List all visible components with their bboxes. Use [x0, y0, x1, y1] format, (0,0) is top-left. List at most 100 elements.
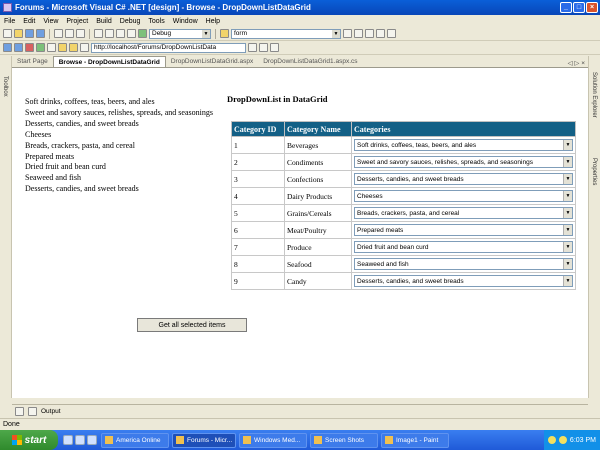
browser-quick-launch-icon[interactable]	[63, 435, 73, 445]
category-dropdown[interactable]: Soft drinks, coffees, teas, beers, and a…	[354, 139, 573, 151]
category-dropdown[interactable]: Dried fruit and bean curd ▼	[354, 241, 573, 253]
font-size-icon[interactable]	[80, 43, 89, 52]
cell-categories: Dried fruit and bean curd ▼	[351, 238, 576, 256]
folder-icon	[314, 436, 322, 444]
copy-icon[interactable]	[65, 29, 74, 38]
task-forums[interactable]: Forums - Micr...	[172, 432, 236, 448]
favorites-icon[interactable]	[69, 43, 78, 52]
sync-toc-icon[interactable]	[259, 43, 268, 52]
menu-view[interactable]: View	[43, 18, 58, 25]
menu-window[interactable]: Window	[173, 18, 198, 25]
task-windows-media[interactable]: Windows Med...	[239, 432, 307, 448]
navigate-forward-icon[interactable]	[127, 29, 136, 38]
paint-icon	[385, 436, 393, 444]
menu-tools[interactable]: Tools	[148, 18, 164, 25]
menu-file[interactable]: File	[4, 18, 15, 25]
undo-icon[interactable]	[94, 29, 103, 38]
refresh-icon[interactable]	[36, 43, 45, 52]
menu-help[interactable]: Help	[206, 18, 220, 25]
system-tray: 6:03 PM	[543, 430, 600, 450]
cut-icon[interactable]	[54, 29, 63, 38]
category-dropdown[interactable]: Desserts, candies, and sweet breads ▼	[354, 275, 573, 287]
solution-explorer-icon[interactable]	[343, 29, 352, 38]
open-icon[interactable]	[14, 29, 23, 38]
task-america-online[interactable]: America Online	[101, 432, 169, 448]
properties-icon[interactable]	[354, 29, 363, 38]
tab-code-behind[interactable]: DropDownListDataGrid1.aspx.cs	[258, 56, 362, 67]
find-icon[interactable]	[220, 29, 229, 38]
left-dock: Toolbox	[0, 56, 12, 398]
class-view-icon[interactable]	[376, 29, 385, 38]
chevron-down-icon: ▼	[563, 174, 572, 184]
solution-config-combo[interactable]: Debug ▼	[149, 28, 211, 39]
cell-category-id: 4	[231, 187, 285, 205]
home-icon[interactable]	[47, 43, 56, 52]
properties-tab[interactable]: Properties	[591, 158, 597, 185]
cell-category-name: Beverages	[284, 136, 352, 154]
tab-browse[interactable]: Browse - DropDownListDataGrid	[52, 56, 166, 67]
category-dropdown[interactable]: Cheeses ▼	[354, 190, 573, 202]
solution-explorer-tab[interactable]: Solution Explorer	[591, 72, 597, 118]
tab-aspx[interactable]: DropDownListDataGrid.aspx	[166, 56, 258, 67]
category-dropdown[interactable]: Seaweed and fish ▼	[354, 258, 573, 270]
toolbox-icon[interactable]	[365, 29, 374, 38]
save-icon[interactable]	[25, 29, 34, 38]
task-screen-shots[interactable]: Screen Shots	[310, 432, 378, 448]
tray-icon[interactable]	[558, 436, 567, 444]
chevron-down-icon: ▼	[563, 208, 572, 218]
category-dropdown[interactable]: Breads, crackers, pasta, and cereal ▼	[354, 207, 573, 219]
category-dropdown[interactable]: Sweet and savory sauces, relishes, sprea…	[354, 156, 573, 168]
desktop-quick-launch-icon[interactable]	[75, 435, 85, 445]
tray-icon[interactable]	[547, 436, 556, 444]
category-dropdown[interactable]: Desserts, candies, and sweet breads ▼	[354, 173, 573, 185]
start-debug-icon[interactable]	[138, 29, 147, 38]
cell-category-id: 2	[231, 153, 285, 171]
url-input[interactable]: http://localhost/Forums/DropDownListData	[91, 42, 246, 53]
chevron-down-icon: ▼	[563, 225, 572, 235]
toolbox-tab[interactable]: Toolbox	[2, 76, 8, 97]
font-color-icon[interactable]	[270, 43, 279, 52]
cell-category-id: 9	[231, 272, 285, 290]
chevron-down-icon: ▼	[563, 276, 572, 286]
tab-start-page[interactable]: Start Page	[12, 56, 53, 67]
title-bar: Forums - Microsoft Visual C# .NET [desig…	[0, 0, 600, 15]
aol-icon	[105, 436, 113, 444]
menu-build[interactable]: Build	[96, 18, 112, 25]
search-icon[interactable]	[58, 43, 67, 52]
paste-icon[interactable]	[76, 29, 85, 38]
stop-icon[interactable]	[25, 43, 34, 52]
menu-debug[interactable]: Debug	[120, 18, 141, 25]
visual-studio-icon	[3, 3, 12, 12]
find-combo[interactable]: form ▼	[231, 28, 341, 39]
close-button[interactable]: ×	[586, 2, 598, 13]
output-icon[interactable]	[28, 406, 37, 416]
chevron-down-icon: ▼	[563, 157, 572, 167]
cell-categories: Cheeses ▼	[351, 187, 576, 205]
menu-project[interactable]: Project	[66, 18, 88, 25]
back-icon[interactable]	[3, 43, 12, 52]
category-dropdown[interactable]: Prepared meats ▼	[354, 224, 573, 236]
navigate-back-icon[interactable]	[116, 29, 125, 38]
options-icon[interactable]	[387, 29, 396, 38]
media-player-icon	[243, 436, 251, 444]
save-all-icon[interactable]	[36, 29, 45, 38]
maximize-button[interactable]: □	[573, 2, 585, 13]
media-quick-launch-icon[interactable]	[87, 435, 97, 445]
output-tab[interactable]: Output	[41, 408, 61, 415]
task-list-icon[interactable]	[15, 406, 24, 416]
chevron-down-icon: ▼	[202, 29, 210, 38]
redo-icon[interactable]	[105, 29, 114, 38]
go-icon[interactable]	[248, 43, 257, 52]
get-selected-items-button[interactable]: Get all selected items	[137, 318, 247, 332]
cell-category-name: Dairy Products	[284, 187, 352, 205]
new-project-icon[interactable]	[3, 29, 12, 38]
cell-category-name: Produce	[284, 238, 352, 256]
forward-icon[interactable]	[14, 43, 23, 52]
start-button[interactable]: start	[0, 430, 58, 450]
tab-controls[interactable]: ◁ ▷ ×	[568, 59, 588, 67]
table-row: 7 Produce Dried fruit and bean curd ▼	[231, 238, 576, 256]
menu-edit[interactable]: Edit	[23, 18, 35, 25]
cell-categories: Desserts, candies, and sweet breads ▼	[351, 170, 576, 188]
minimize-button[interactable]: _	[560, 2, 572, 13]
task-paint[interactable]: Image1 - Paint	[381, 432, 449, 448]
